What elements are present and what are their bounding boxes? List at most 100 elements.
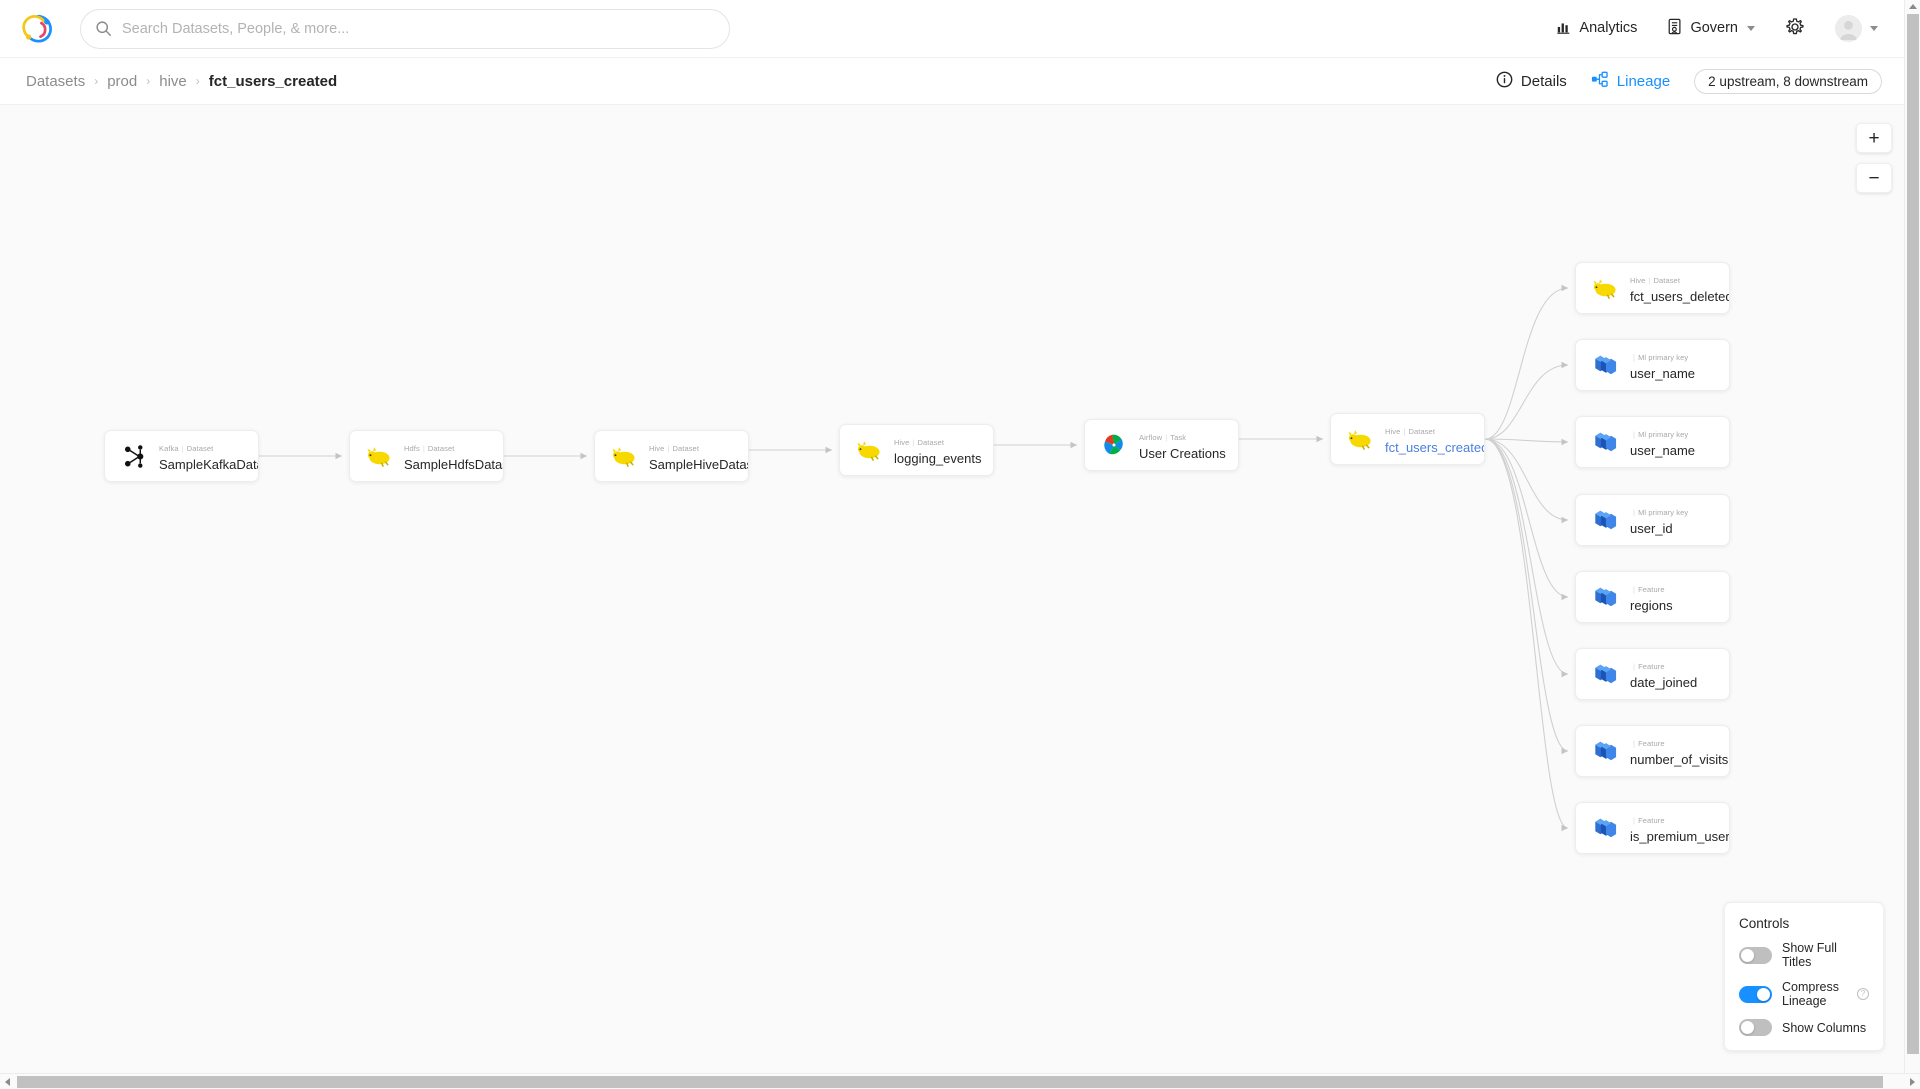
node-subtitle: | Feature [1633,816,1665,825]
toggle-knob [1741,1021,1754,1034]
node-text: | Feature regions [1630,579,1673,615]
lineage-node-is-premium-user[interactable]: | Feature is_premium_user [1575,802,1730,854]
top-navigation-bar: Analytics Govern [0,0,1904,58]
help-circle-icon[interactable]: ? [1857,988,1869,1000]
node-text: | Ml primary key user_name [1630,347,1695,383]
controls-title: Controls [1739,916,1790,931]
node-subtitle: Airflow | Task [1139,433,1187,442]
node-text: | Feature is_premium_user [1630,810,1729,846]
lineage-node-logging-events[interactable]: Hive | Dataset logging_events [839,424,994,476]
lineage-counts-pill[interactable]: 2 upstream, 8 downstream [1694,68,1882,94]
lineage-node-samplekafkadataset[interactable]: Kafka|Dataset SampleKafkaDataset [104,430,259,482]
lineage-node-samplehdfsdataset[interactable]: Hdfs|Dataset SampleHdfsDataset [349,430,504,482]
user-menu[interactable] [1835,15,1878,42]
scroll-up-arrow-icon[interactable] [1909,4,1917,9]
control-label: Show Columns [1782,1020,1867,1035]
lineage-node-user-name-2[interactable]: | Ml primary key user_name [1575,416,1730,468]
tab-details[interactable]: Details [1496,71,1567,92]
global-search-box[interactable] [80,8,730,49]
node-subtitle: Kafka | Dataset [159,444,214,453]
ml-feature-icon [1590,505,1620,535]
nav-analytics-label: Analytics [1579,20,1638,37]
gear-icon [1785,17,1805,41]
lineage-canvas[interactable]: + − Kafka|Dataset SampleKafkaDataset [0,105,1904,1073]
control-show-columns[interactable]: Show Columns [1739,1019,1869,1036]
node-title: fct_users_deleted [1630,289,1729,304]
lineage-node-number-of-visits[interactable]: | Feature number_of_visits [1575,725,1730,777]
control-label: Compress Lineage [1782,980,1839,1008]
hadoop-icon [609,441,639,471]
airflow-icon [1099,430,1129,460]
nav-analytics[interactable]: Analytics [1556,19,1637,39]
toggle-compress-lineage[interactable] [1739,985,1772,1003]
node-title: fct_users_created [1385,440,1484,455]
node-text: Hive|Dataset SampleHiveDataset [649,438,748,474]
toggle-show-full-titles[interactable] [1739,946,1772,964]
zoom-controls: + − [1856,123,1892,193]
control-show-full-titles[interactable]: Show Full Titles [1739,941,1869,969]
breadcrumb-separator: › [94,74,99,88]
hadoop-icon [854,435,884,465]
node-title: regions [1630,598,1673,613]
lineage-node-fct-users-deleted[interactable]: Hive | Dataset fct_users_deleted [1575,262,1730,314]
nav-govern-label: Govern [1690,20,1738,37]
vertical-scrollbar-thumb[interactable] [1907,14,1919,1054]
control-compress-lineage[interactable]: Compress Lineage ? [1739,980,1869,1008]
lineage-node-samplehivedataset[interactable]: Hive|Dataset SampleHiveDataset [594,430,749,482]
lineage-node-user-name-1[interactable]: | Ml primary key user_name [1575,339,1730,391]
tab-lineage[interactable]: Lineage [1591,71,1670,92]
chevron-down-icon [1747,26,1755,31]
nav-right-group: Analytics Govern [1556,15,1904,42]
node-title: user_name [1630,366,1696,381]
node-title: date_joined [1630,675,1698,690]
toggle-show-columns[interactable] [1739,1019,1772,1036]
node-text: Hive | Dataset logging_events [894,432,981,468]
vertical-scrollbar[interactable] [1904,0,1920,1073]
breadcrumb: Datasets › prod › hive › fct_users_creat… [26,73,337,90]
toggle-knob [1757,987,1770,1001]
node-subtitle: | Feature [1633,739,1665,748]
breadcrumb-item-prod[interactable]: prod [107,73,137,90]
breadcrumb-separator: › [195,74,200,88]
ml-feature-icon [1590,582,1620,612]
breadcrumb-item-hive[interactable]: hive [159,73,187,90]
node-title: User Creations [1139,446,1226,461]
lineage-node-fct-users-created-focus[interactable]: Hive | Dataset fct_users_created [1330,413,1485,465]
node-title: is_premium_user [1630,829,1729,844]
tab-lineage-label: Lineage [1616,72,1671,90]
horizontal-scrollbar[interactable] [0,1073,1920,1089]
horizontal-scrollbar-thumb[interactable] [17,1076,1883,1088]
nav-govern[interactable]: Govern [1667,18,1755,39]
node-subtitle: | Feature [1633,662,1665,671]
zoom-out-button[interactable]: − [1856,163,1892,193]
scroll-right-arrow-icon[interactable] [1910,1078,1915,1086]
node-subtitle: | Feature [1633,585,1665,594]
node-title: SampleHdfsDataset [404,457,503,472]
datahub-logo[interactable] [10,0,66,58]
search-input[interactable] [112,19,729,38]
lineage-node-user-creations[interactable]: Airflow | Task User Creations [1084,419,1239,471]
kafka-icon [119,441,149,471]
lineage-node-regions[interactable]: | Feature regions [1575,571,1730,623]
node-text: Hive | Dataset fct_users_created [1385,421,1484,457]
node-subtitle: Hive | Dataset [1630,276,1681,285]
breadcrumb-separator: › [146,74,151,88]
settings-button[interactable] [1785,17,1805,41]
node-title: user_name [1630,443,1696,458]
node-title: logging_events [894,451,982,466]
ml-feature-icon [1590,659,1620,689]
scroll-left-arrow-icon[interactable] [5,1078,10,1086]
lineage-node-user-id[interactable]: | Ml primary key user_id [1575,494,1730,546]
hadoop-icon [1590,273,1620,303]
node-subtitle: Hdfs | Dataset [404,444,455,453]
toggle-knob [1741,948,1754,962]
controls-panel: Controls Show Full Titles Compress Linea… [1724,902,1884,1051]
node-text: Hive | Dataset fct_users_deleted [1630,270,1729,306]
node-text: | Feature number_of_visits [1630,733,1728,769]
node-title: number_of_visits [1630,752,1729,767]
node-text: | Ml primary key user_name [1630,424,1695,460]
breadcrumb-item-datasets[interactable]: Datasets [26,73,85,90]
lineage-node-date-joined[interactable]: | Feature date_joined [1575,648,1730,700]
zoom-in-button[interactable]: + [1856,123,1892,153]
ml-feature-icon [1590,350,1620,380]
